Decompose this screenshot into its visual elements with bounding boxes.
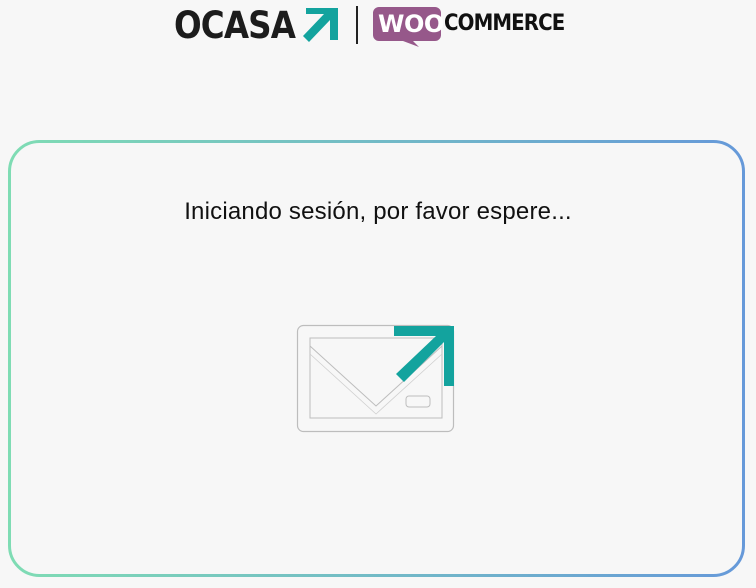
status-message: Iniciando sesión, por favor espere... — [184, 198, 572, 225]
arrow-up-right-icon — [303, 8, 338, 42]
woo-logo-text: WOO — [378, 10, 444, 38]
header-logos: OCASA WOO COMMERCE — [0, 0, 756, 50]
commerce-logo-text: COMMERCE — [444, 11, 565, 36]
mail-send-icon — [296, 324, 455, 433]
ocasa-logo: OCASA — [174, 4, 296, 47]
logo-divider — [356, 6, 358, 44]
